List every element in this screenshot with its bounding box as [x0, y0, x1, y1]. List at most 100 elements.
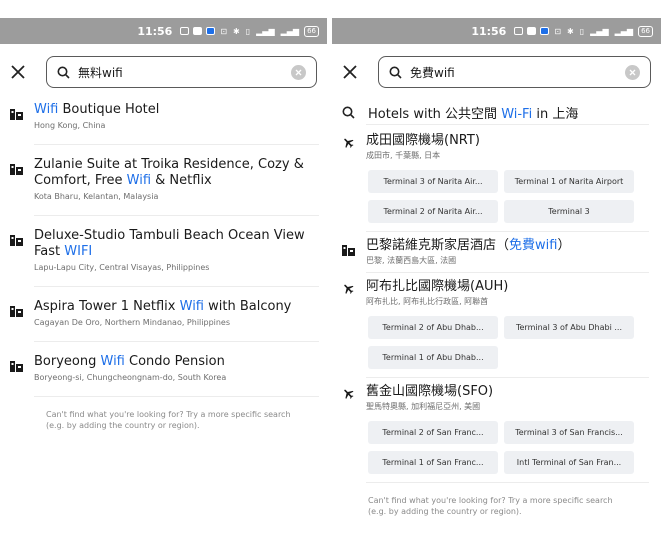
- status-bar: 11:56 ⊡ ✱ ▯ ▂▄▆ ▂▄▆ 66: [332, 18, 661, 44]
- suggestion-suffix: in 上海: [532, 106, 579, 122]
- name-text: Condo Pension: [124, 354, 225, 369]
- terminal-chip[interactable]: Terminal 2 of Narita Air...: [368, 200, 498, 223]
- suggestion-prefix: Hotels with 公共空間: [368, 106, 502, 122]
- bluetooth-icon: ✱: [233, 26, 240, 36]
- terminal-chip[interactable]: Terminal 3 of Narita Air...: [368, 170, 498, 193]
- divider: [34, 396, 319, 397]
- signal-icon: ▂▄▆: [256, 26, 275, 36]
- name-text: Boutique Hotel: [58, 102, 160, 117]
- hotel-location: Lapu-Lapu City, Central Visayas, Philipp…: [34, 263, 210, 272]
- hotel-icon: [342, 238, 366, 266]
- terminal-chip[interactable]: Terminal 3: [504, 200, 634, 223]
- terminal-chip[interactable]: Terminal 1 of San Franc...: [368, 451, 498, 474]
- battery-icon: 66: [638, 25, 653, 37]
- clear-button[interactable]: [625, 65, 640, 80]
- name-text: with Balcony: [204, 299, 292, 314]
- name-text: Aspira Tower 1 Netflix: [34, 299, 180, 314]
- divider: [34, 286, 319, 287]
- vibrate-icon: ▯: [245, 26, 251, 36]
- search-input[interactable]: [78, 65, 258, 79]
- divider: [366, 482, 649, 483]
- airplane-icon: [342, 279, 366, 307]
- right-screen: 11:56 ⊡ ✱ ▯ ▂▄▆ ▂▄▆ 66 免費wifi Hotels wit…: [332, 0, 661, 550]
- hotel-name: Zulanie Suite at Troika Residence, Cozy …: [34, 157, 319, 189]
- hotel-location: 巴黎, 法蘭西島大區, 法國: [366, 256, 457, 265]
- battery-icon: 66: [304, 25, 319, 37]
- list-item[interactable]: Aspira Tower 1 Netflix Wifi with Balcony…: [0, 299, 327, 328]
- name-text: 巴黎諾維克斯家居酒店（: [366, 238, 510, 253]
- suggestion-text: Hotels with 公共空間 Wi-Fi in 上海: [368, 103, 578, 122]
- vibrate-icon: ▯: [579, 26, 585, 36]
- terminal-chips: Terminal 3 of Narita Air... Terminal 1 o…: [368, 170, 651, 223]
- name-highlight: Wifi: [126, 173, 152, 188]
- status-bar: 11:56 ⊡ ✱ ▯ ▂▄▆ ▂▄▆ 66: [0, 18, 327, 44]
- hotel-location: Kota Bharu, Kelantan, Malaysia: [34, 192, 159, 201]
- terminal-chip[interactable]: Terminal 2 of Abu Dhab...: [368, 316, 498, 339]
- divider: [34, 144, 319, 145]
- results-list: Hotels with 公共空間 Wi-Fi in 上海 成田國際機場(NRT)…: [332, 100, 661, 517]
- terminal-chip[interactable]: Terminal 3 of Abu Dhabi ...: [504, 316, 634, 339]
- terminal-chips: Terminal 2 of San Franc... Terminal 3 of…: [368, 421, 651, 474]
- results-list: Wifi Boutique Hotel Hong Kong, China Zul…: [0, 102, 327, 431]
- airplane-icon: [342, 384, 366, 412]
- hotels-with-suggestion[interactable]: Hotels with 公共空間 Wi-Fi in 上海: [332, 100, 661, 124]
- hotel-icon: [10, 102, 34, 131]
- airport-location: 成田市, 千葉縣, 日本: [366, 151, 441, 160]
- airplane-icon: [342, 133, 366, 161]
- hotel-name: 巴黎諾維克斯家居酒店（免費wifi）: [366, 238, 570, 254]
- signal-icon: ▂▄▆: [590, 26, 609, 36]
- name-text: Boryeong: [34, 354, 101, 369]
- airport-item[interactable]: 阿布扎比國際機場(AUH) 阿布扎比, 阿布扎比行政區, 阿聯酋 Termina…: [332, 279, 661, 369]
- airport-name: 阿布扎比國際機場(AUH): [366, 279, 509, 294]
- hotel-name: Deluxe-Studio Tambuli Beach Ocean View F…: [34, 228, 319, 260]
- bluetooth-icon: ✱: [567, 26, 574, 36]
- clear-button[interactable]: [291, 65, 306, 80]
- airport-location: 聖馬特奧縣, 加利福尼亞州, 美國: [366, 402, 481, 411]
- search-icon: [57, 66, 70, 79]
- suggestion-highlight: Wi-Fi: [501, 106, 533, 122]
- name-highlight: WIFI: [64, 244, 93, 259]
- terminal-chip[interactable]: Terminal 1 of Abu Dhab...: [368, 346, 498, 369]
- name-highlight: 免費wifi: [509, 238, 558, 253]
- nfc-icon: ⊡: [220, 26, 228, 36]
- status-time: 11:56: [137, 24, 173, 38]
- search-icon: [342, 106, 368, 119]
- divider: [366, 124, 649, 125]
- name-highlight: Wifi: [100, 354, 125, 369]
- signal-icon: ▂▄▆: [614, 26, 634, 36]
- list-item[interactable]: Boryeong Wifi Condo Pension Boryeong-si,…: [0, 354, 327, 383]
- hotel-icon: [10, 299, 34, 328]
- search-box[interactable]: [378, 56, 651, 88]
- hotel-item[interactable]: 巴黎諾維克斯家居酒店（免費wifi） 巴黎, 法蘭西島大區, 法國: [332, 238, 661, 266]
- terminal-chip[interactable]: Terminal 2 of San Franc...: [368, 421, 498, 444]
- list-item[interactable]: Zulanie Suite at Troika Residence, Cozy …: [0, 157, 327, 202]
- close-button[interactable]: [332, 56, 368, 88]
- name-text: & Netflix: [151, 173, 212, 188]
- close-button[interactable]: [0, 56, 36, 88]
- terminal-chip[interactable]: Intl Terminal of San Fran...: [504, 451, 634, 474]
- hotel-location: Cagayan De Oro, Northern Mindanao, Phili…: [34, 318, 231, 327]
- search-input[interactable]: [410, 65, 590, 79]
- search-hint: Can't find what you're looking for? Try …: [46, 410, 291, 430]
- app-notification-icon: [206, 27, 216, 35]
- hotel-icon: [10, 354, 34, 383]
- notification-icon: [180, 27, 190, 35]
- status-time: 11:56: [471, 24, 507, 38]
- divider: [34, 341, 319, 342]
- airport-item[interactable]: 成田國際機場(NRT) 成田市, 千葉縣, 日本 Terminal 3 of N…: [332, 133, 661, 223]
- app-notification-icon: [540, 27, 550, 35]
- divider: [34, 215, 319, 216]
- search-icon: [389, 66, 402, 79]
- close-icon: [343, 65, 357, 79]
- terminal-chip[interactable]: Terminal 1 of Narita Airport: [504, 170, 634, 193]
- list-item[interactable]: Deluxe-Studio Tambuli Beach Ocean View F…: [0, 228, 327, 273]
- search-box[interactable]: [46, 56, 317, 88]
- hotel-icon: [10, 228, 34, 273]
- hotel-location: Boryeong-si, Chungcheongnam-do, South Ko…: [34, 373, 227, 382]
- close-icon: [11, 65, 25, 79]
- hotel-location: Hong Kong, China: [34, 121, 106, 130]
- terminal-chip[interactable]: Terminal 3 of San Francis...: [504, 421, 634, 444]
- airport-name: 舊金山國際機場(SFO): [366, 384, 494, 399]
- list-item[interactable]: Wifi Boutique Hotel Hong Kong, China: [0, 102, 327, 131]
- airport-item[interactable]: 舊金山國際機場(SFO) 聖馬特奧縣, 加利福尼亞州, 美國 Terminal …: [332, 384, 661, 474]
